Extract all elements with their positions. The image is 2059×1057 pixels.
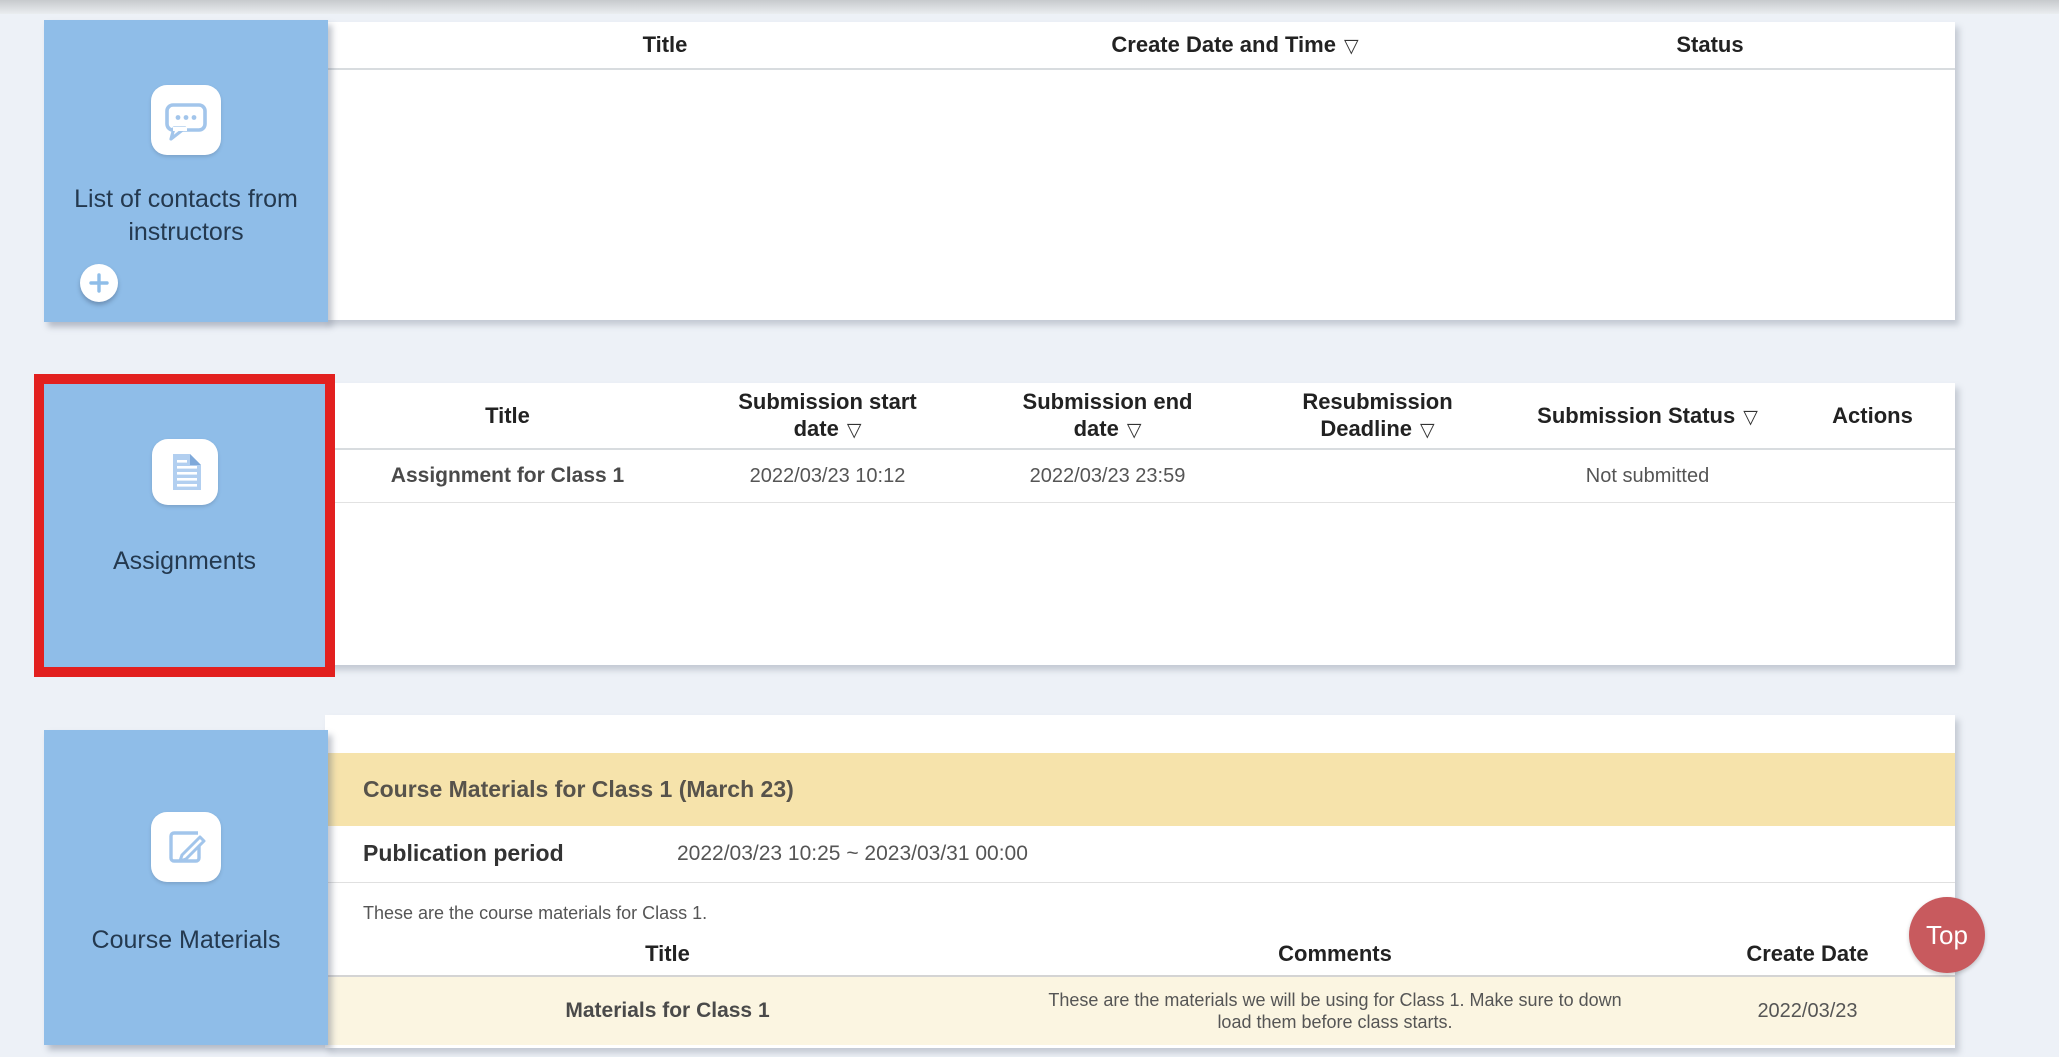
material-row-comments: These are the materials we will be using…: [1048, 989, 1623, 1034]
materials-header-title-label: Title: [645, 941, 690, 966]
assignments-header-status-label: Submission Status: [1537, 403, 1735, 428]
contacts-header-create-label: Create Date and Time: [1111, 32, 1336, 57]
contacts-header-row: Title Create Date and Time ▽ Status: [325, 22, 1955, 70]
contacts-header-title-label: Title: [643, 32, 688, 57]
course-materials-panel: Course Materials for Class 1 (March 23) …: [325, 715, 1955, 1048]
contacts-header-status-label: Status: [1676, 32, 1743, 57]
sidebar-card-course-materials[interactable]: Course Materials: [44, 730, 328, 1045]
assignment-title: Assignment for Class 1: [325, 464, 690, 488]
assignments-header-start-label: Submission start date: [738, 389, 916, 442]
add-contact-button[interactable]: [80, 264, 118, 302]
assignments-header-resubmission[interactable]: Resubmission Deadline▽: [1250, 388, 1505, 443]
top-edge-bar: [0, 0, 2059, 14]
sort-triangle-icon[interactable]: ▽: [1344, 36, 1359, 57]
material-row-create-date: 2022/03/23: [1660, 1000, 1955, 1023]
publication-period-label: Publication period: [363, 840, 564, 867]
sidebar-card-assignments[interactable]: Assignments: [44, 384, 325, 667]
publication-period-value: 2022/03/23 10:25 ~ 2023/03/31 00:00: [677, 842, 1028, 866]
materials-header-title: Title: [325, 940, 1010, 968]
material-title: Course Materials for Class 1 (March 23): [363, 776, 794, 803]
assignment-submission-status: Not submitted: [1505, 465, 1790, 488]
scroll-to-top-button[interactable]: Top: [1909, 897, 1985, 973]
assignment-start-date: 2022/03/23 10:12: [690, 465, 965, 488]
sidebar-card-assignments-label: Assignments: [113, 545, 256, 578]
chat-icon: [151, 85, 221, 155]
assignments-header-actions-label: Actions: [1832, 403, 1913, 428]
sort-triangle-icon[interactable]: ▽: [1743, 407, 1758, 428]
materials-header-comments: Comments: [1010, 940, 1660, 968]
sidebar-card-contacts[interactable]: List of contacts from instructors: [44, 20, 328, 322]
material-table-row: Materials for Class 1 These are the mate…: [325, 977, 1955, 1045]
contacts-empty-body: [325, 70, 1955, 318]
document-icon: [152, 439, 218, 505]
assignments-panel: Title Submission start date▽ Submission …: [325, 383, 1955, 665]
assignments-header-start-date[interactable]: Submission start date▽: [690, 388, 965, 443]
materials-header-create-label: Create Date: [1746, 941, 1868, 966]
assignments-header-title: Title: [325, 402, 690, 430]
sidebar-card-course-materials-label: Course Materials: [92, 924, 281, 957]
materials-header-comments-label: Comments: [1278, 941, 1392, 966]
materials-header-row: Title Comments Create Date: [325, 933, 1955, 977]
material-row-title: Materials for Class 1: [325, 999, 1010, 1023]
assignments-header-end-label: Submission end date: [1023, 389, 1193, 442]
edit-icon: [151, 812, 221, 882]
sort-triangle-icon[interactable]: ▽: [1127, 420, 1142, 441]
assignments-header-status[interactable]: Submission Status ▽: [1505, 402, 1790, 430]
assignments-header-end-date[interactable]: Submission end date▽: [965, 388, 1250, 443]
material-row-comments-cell: These are the materials we will be using…: [1010, 989, 1660, 1034]
assignments-highlight-frame: Assignments: [34, 374, 335, 677]
sort-triangle-icon[interactable]: ▽: [847, 420, 862, 441]
assignments-header-title-label: Title: [485, 403, 530, 428]
sort-triangle-icon[interactable]: ▽: [1420, 420, 1435, 441]
assignment-table-row: Assignment for Class 1 2022/03/23 10:12 …: [325, 450, 1955, 503]
contacts-panel: Title Create Date and Time ▽ Status: [325, 22, 1955, 320]
assignments-header-row: Title Submission start date▽ Submission …: [325, 383, 1955, 450]
assignments-header-actions: Actions: [1790, 402, 1955, 430]
contacts-header-status: Status: [1465, 31, 1955, 59]
contacts-header-create-date[interactable]: Create Date and Time ▽: [1005, 31, 1465, 59]
contacts-header-title: Title: [325, 31, 1005, 59]
assignment-end-date: 2022/03/23 23:59: [965, 465, 1250, 488]
material-title-bar: Course Materials for Class 1 (March 23): [325, 753, 1955, 826]
material-description: These are the course materials for Class…: [363, 903, 707, 924]
sidebar-card-contacts-label: List of contacts from instructors: [71, 183, 301, 248]
publication-period-row: Publication period 2022/03/23 10:25 ~ 20…: [325, 826, 1955, 883]
